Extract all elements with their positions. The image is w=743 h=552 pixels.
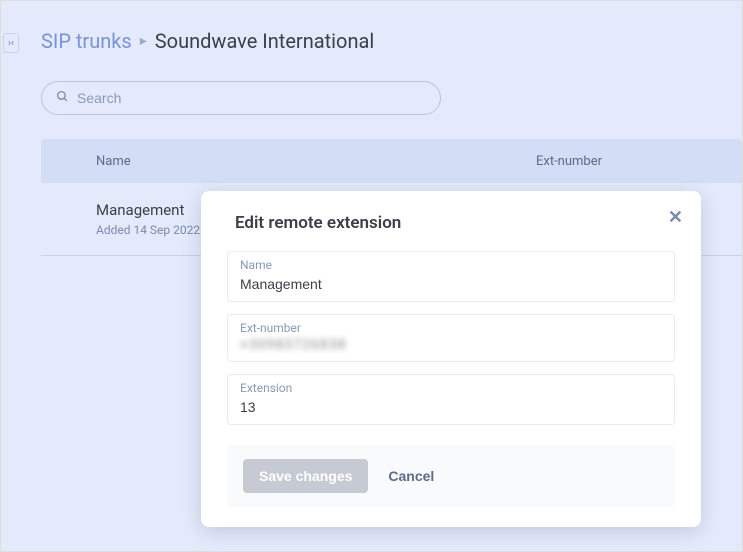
search-input[interactable] — [77, 90, 426, 106]
name-field-wrap[interactable]: Name — [227, 251, 675, 302]
name-field-label: Name — [240, 258, 662, 272]
breadcrumb: SIP trunks ▸ Soundwave International — [41, 29, 742, 53]
extnumber-field-wrap[interactable]: Ext-number +30983726838 — [227, 314, 675, 362]
modal-footer: Save changes Cancel — [227, 445, 675, 507]
sidebar-collapse-button[interactable]: ›‹ — [3, 33, 19, 53]
extnumber-field-label: Ext-number — [240, 321, 662, 335]
table-header: Name Ext-number — [41, 139, 742, 183]
extension-field[interactable] — [240, 399, 662, 415]
save-button[interactable]: Save changes — [243, 459, 368, 493]
extension-field-wrap[interactable]: Extension — [227, 374, 675, 425]
breadcrumb-parent-link[interactable]: SIP trunks — [41, 29, 132, 53]
close-icon[interactable]: ✕ — [668, 207, 683, 228]
column-header-ext: Ext-number — [536, 154, 687, 169]
extnumber-field[interactable]: +30983726838 — [240, 337, 662, 353]
search-icon — [56, 90, 69, 107]
modal-title: Edit remote extension — [227, 213, 675, 233]
breadcrumb-current: Soundwave International — [155, 29, 374, 53]
search-box[interactable] — [41, 81, 441, 115]
extension-field-label: Extension — [240, 381, 662, 395]
column-header-name: Name — [96, 154, 536, 169]
edit-extension-modal: ✕ Edit remote extension Name Ext-number … — [201, 191, 701, 527]
name-field[interactable] — [240, 276, 662, 292]
cancel-button[interactable]: Cancel — [388, 468, 434, 484]
chevron-right-icon: ▸ — [140, 33, 147, 49]
